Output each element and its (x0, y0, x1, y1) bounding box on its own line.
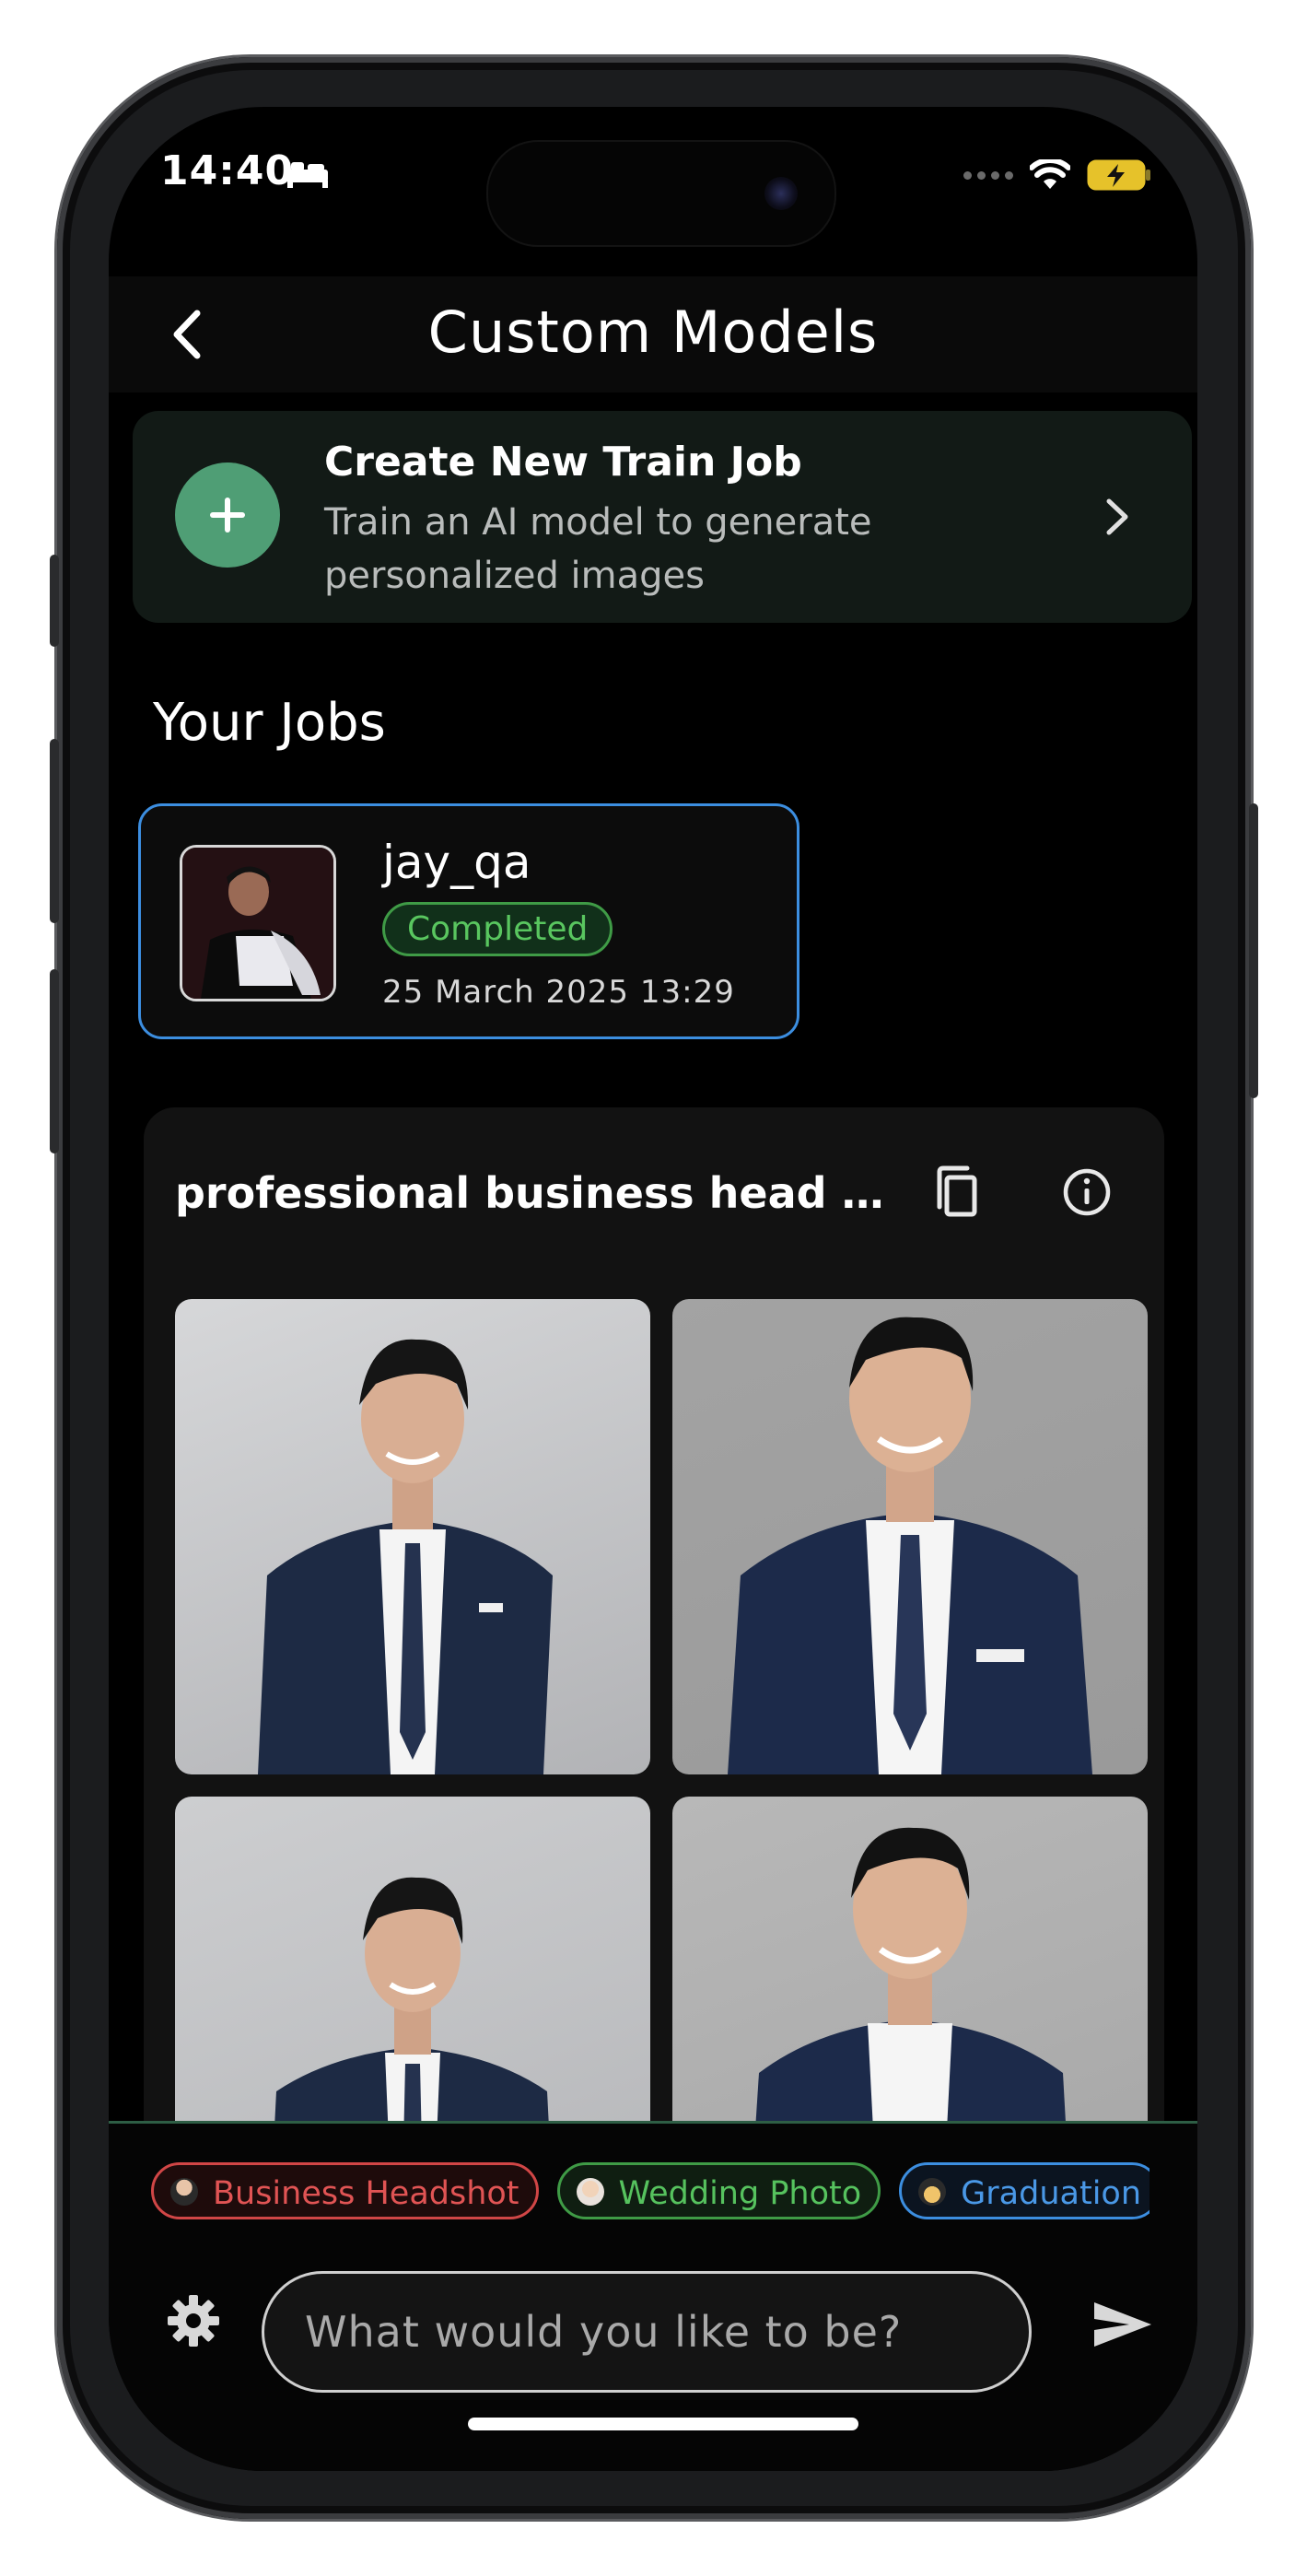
plus-icon (175, 463, 280, 568)
suggestion-chips: Business Headshot Wedding Photo Graduati… (151, 2162, 1149, 2229)
prompt-input[interactable] (262, 2271, 1032, 2393)
generated-photo-2[interactable] (672, 1299, 1148, 1774)
battery-charging-icon (1087, 159, 1150, 191)
job-name: jay_qa (382, 836, 531, 889)
chip-label: Wedding Photo (618, 2175, 862, 2212)
job-date: 25 March 2025 13:29 (382, 974, 735, 1011)
your-jobs-heading: Your Jobs (153, 693, 386, 753)
front-camera (764, 177, 798, 210)
wifi-icon (1030, 159, 1070, 189)
sleep-focus-icon (287, 162, 328, 188)
status-time: 14:40 (160, 147, 295, 194)
power-button (1249, 803, 1258, 1098)
chip-label: Business Headshot (213, 2175, 519, 2212)
graduate-emoji-icon (918, 2178, 947, 2206)
create-train-job-card[interactable]: Create New Train Job Train an AI model t… (133, 411, 1192, 623)
copy-icon[interactable] (932, 1165, 984, 1222)
signal-dots-icon (963, 170, 1013, 180)
app-screen: 14:40 Custom Models Create New Train Job… (109, 107, 1197, 2471)
create-job-subtitle: Train an AI model to generate personaliz… (324, 501, 872, 597)
job-thumbnail (180, 845, 336, 1001)
dynamic-island (486, 140, 836, 247)
bride-emoji-icon (576, 2178, 604, 2206)
chevron-right-icon (1106, 498, 1128, 535)
chip-business-headshot[interactable]: Business Headshot (151, 2162, 539, 2219)
app-header: Custom Models (109, 276, 1197, 392)
job-card[interactable]: jay_qa Completed 25 March 2025 13:29 (138, 803, 799, 1039)
info-icon[interactable] (1059, 1165, 1114, 1220)
chip-graduation[interactable]: Graduation (899, 2162, 1149, 2219)
status-indicators (963, 158, 1153, 192)
chip-label: Graduation (961, 2175, 1142, 2212)
page-title: Custom Models (427, 299, 879, 366)
chip-wedding-photo[interactable]: Wedding Photo (556, 2162, 881, 2219)
home-indicator[interactable] (468, 2418, 858, 2430)
volume-down-button (50, 969, 59, 1153)
status-badge: Completed (382, 902, 613, 956)
businessperson-emoji-icon (170, 2178, 198, 2206)
volume-up-button (50, 739, 59, 923)
create-job-title: Create New Train Job (324, 439, 802, 486)
settings-gear-icon[interactable] (164, 2291, 223, 2350)
generated-result-card: professional business head sho... (144, 1107, 1164, 2213)
prompt-title: professional business head sho... (175, 1168, 893, 1218)
action-button (50, 555, 59, 647)
send-icon[interactable] (1092, 2299, 1153, 2350)
generated-photo-1[interactable] (175, 1299, 650, 1774)
